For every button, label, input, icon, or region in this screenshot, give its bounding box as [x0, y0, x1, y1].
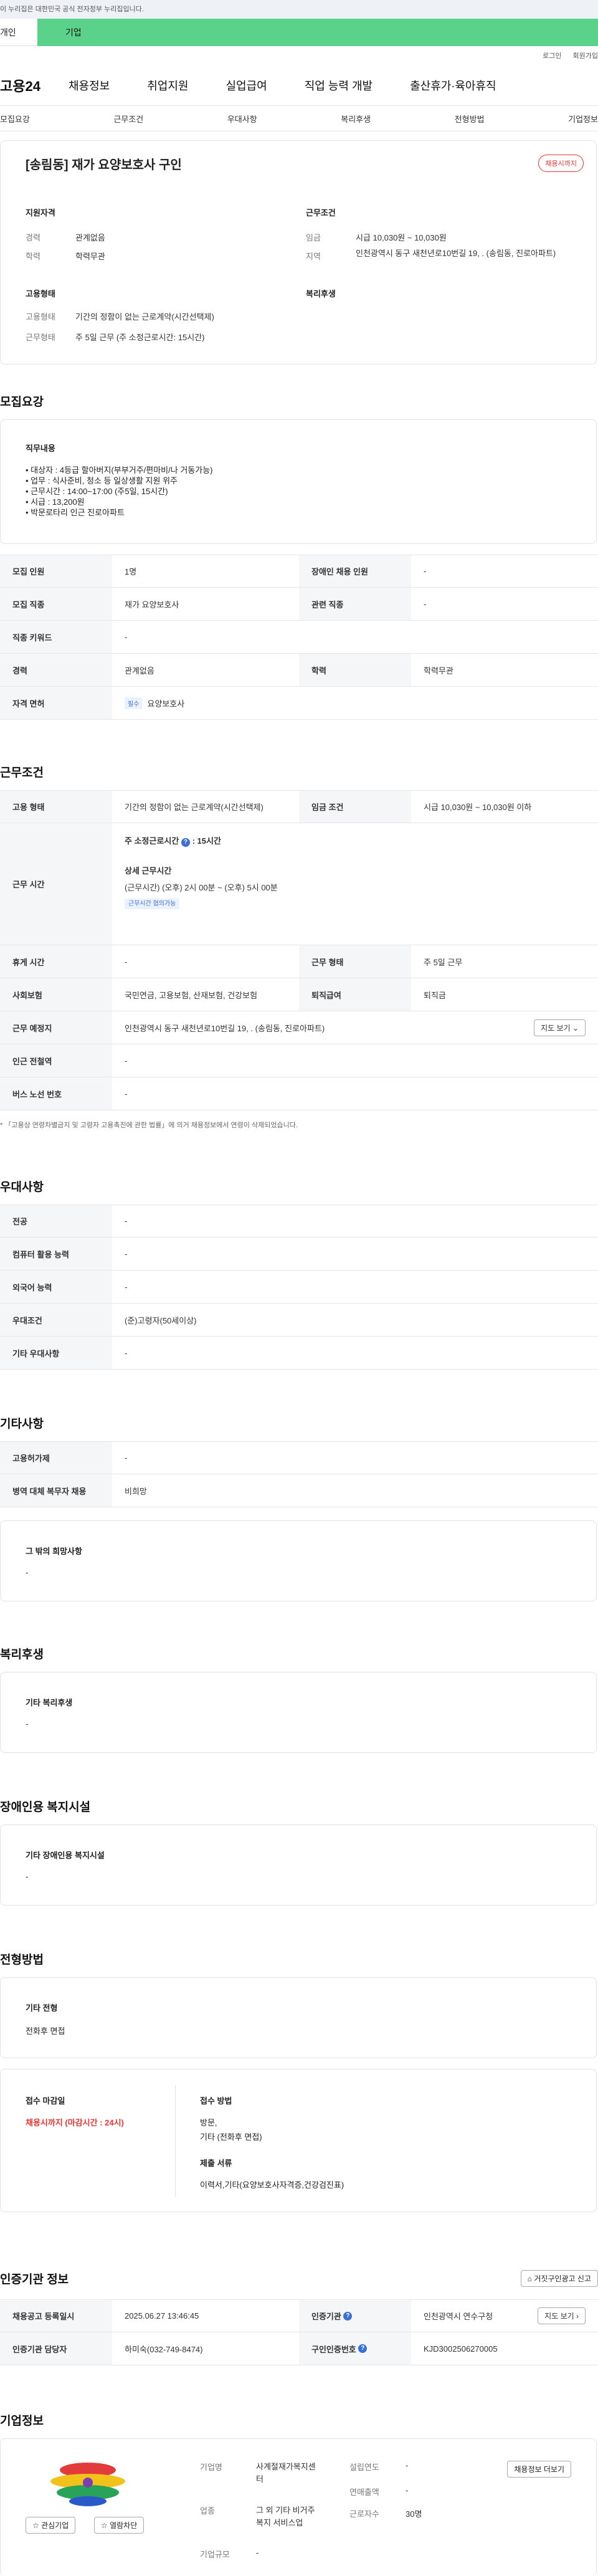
- login-link[interactable]: 로그인: [543, 50, 561, 60]
- lnb-conditions[interactable]: 근무조건: [113, 113, 143, 125]
- table-row: 근무 예정지 인천광역시 동구 새천년로10번길 19, . (송림동, 진로아…: [0, 1011, 598, 1044]
- gnb-item-support[interactable]: 취업지원: [147, 77, 188, 93]
- table-row: 경력 관계없음 학력 학력무관: [0, 654, 598, 687]
- disability-card: 기타 장애인용 복지시설 -: [0, 1825, 597, 1906]
- company-logo: [26, 2458, 150, 2507]
- gnb-item-jobs[interactable]: 채용정보: [69, 77, 110, 93]
- company-heading: 기업정보: [0, 2415, 44, 2428]
- selection-card: 기타 전형 전화후 면접: [0, 1977, 597, 2058]
- status-badge: 채용시까지: [538, 155, 584, 172]
- lnb-welfare[interactable]: 복리후생: [341, 113, 371, 125]
- job-summary-card: [송림동] 재가 요양보호사 구인 채용시까지 지원자격 경력 관계없음 학력 …: [0, 140, 597, 365]
- table-row: 인증기관 담당자 하미숙(032-749-8474) 구인인증번호 ? KJD30…: [0, 2332, 598, 2365]
- career-label: 경력: [26, 233, 40, 242]
- block-company-button[interactable]: ☆ 열람차단: [94, 2517, 145, 2534]
- site-logo[interactable]: 고용24: [0, 75, 69, 95]
- fav-company-button[interactable]: ☆ 관심기업: [26, 2517, 76, 2534]
- gnb-item-training[interactable]: 직업 능력 개발: [305, 77, 373, 93]
- more-jobs-button[interactable]: 채용정보 더보기: [507, 2461, 571, 2478]
- lnb-recruit[interactable]: 모집요강: [0, 113, 30, 125]
- disability-heading: 장애인용 복지시설: [0, 1801, 91, 1814]
- table-row: 병역 대체 복무자 채용 비희망: [0, 1474, 598, 1507]
- selection-heading: 전형방법: [0, 1953, 44, 1967]
- welfare-heading: 복리후생: [306, 289, 336, 298]
- recruit-heading: 모집요강: [0, 396, 44, 409]
- loc-label: 지역: [306, 252, 321, 261]
- table-row: 기타 우대사항 -: [0, 1337, 598, 1370]
- tab-enterprise[interactable]: 기업: [37, 19, 598, 46]
- lnb-preference[interactable]: 우대사항: [227, 113, 257, 125]
- emp-heading: 고용형태: [26, 289, 55, 298]
- lnb-selection[interactable]: 전형방법: [455, 113, 485, 125]
- report-button[interactable]: ⌂ 거짓구인광고 신고: [520, 2270, 598, 2287]
- gov-banner: 이 누리집은 대한민국 공식 전자정부 누리집입니다.: [0, 0, 598, 19]
- etc-heading: 기타사항: [0, 1418, 44, 1431]
- table-row: 고용 형태 기간의 정함이 없는 근로계약(시간선택제) 임금 조건 시급 10,0…: [0, 790, 598, 823]
- table-row: 직종 키워드 -: [0, 621, 598, 654]
- flex-tag: 근무시간 협의가능: [125, 899, 180, 909]
- hope-card: 그 밖의 희망사항 -: [0, 1520, 597, 1601]
- table-row: 자격 면허 필수 요양보호사: [0, 687, 598, 720]
- info-icon[interactable]: ?: [181, 838, 190, 847]
- table-row: 컴퓨터 활용 능력 -: [0, 1238, 598, 1271]
- table-row: 휴게 시간 - 근무 형태 주 5일 근무: [0, 945, 598, 978]
- preference-heading: 우대사항: [0, 1181, 44, 1194]
- wage-value: 시급 10,030원 ~ 10,030원: [356, 233, 447, 242]
- table-row: 모집 인원 1명 장애인 채용 인원 -: [0, 555, 598, 588]
- lnb-company[interactable]: 기업정보: [568, 113, 598, 125]
- table-row: 근무 시간 주 소정근로시간 ? : 15시간 상세 근무시간 (근무시간) (…: [0, 823, 598, 945]
- table-row: 외국어 능력 -: [0, 1271, 598, 1304]
- table-row: 전공 -: [0, 1205, 598, 1238]
- info-icon[interactable]: ?: [343, 2311, 353, 2321]
- gnb-item-unemployment[interactable]: 실업급여: [226, 77, 267, 93]
- career-value: 관계없음: [75, 233, 105, 242]
- company-card: ☆ 관심기업 ☆ 열람차단 기업명 사계절재가복지센 터 업종 그 외 기타 비거…: [0, 2438, 597, 2576]
- welfare-card: 기타 복리후생 -: [0, 1672, 597, 1753]
- table-row: 사회보험 국민연금, 고용보험, 산재보험, 건강보험 퇴직급여 퇴직금: [0, 978, 598, 1011]
- conditions-heading: 근무조건: [0, 766, 44, 780]
- welfare-heading: 복리후생: [0, 1648, 44, 1661]
- qual-heading: 지원자격: [26, 208, 55, 217]
- job-title: [송림동] 재가 요양보호사 구인: [26, 158, 182, 172]
- emptype-label: 고용형태: [26, 312, 55, 322]
- worktype-value: 주 5일 근무 (주 소정근로시간: 15시간): [75, 333, 205, 342]
- cert-heading: 인증기관 정보: [0, 2273, 69, 2286]
- tab-personal[interactable]: 개인: [0, 19, 37, 46]
- loc-value: 인천광역시 동구 새천년로10번길 19, . (송림동, 진로아파트): [356, 249, 556, 258]
- signup-link[interactable]: 회원가입: [573, 50, 598, 60]
- duty-heading: 직무내용: [26, 444, 55, 453]
- edu-value: 학력무관: [75, 252, 105, 261]
- worktype-label: 근무형태: [26, 333, 55, 342]
- deadline-value: 채용시까지 (마감시간 : 24시): [26, 2118, 124, 2127]
- application-card: 접수 마감일 채용시까지 (마감시간 : 24시) 접수 방법 방문, 기타 (…: [0, 2069, 597, 2212]
- table-row: 우대조건 (준)고령자(50세이상): [0, 1304, 598, 1337]
- age-note: * 「고용상 연령차별금지 및 고령자 고용촉진에 관한 법률」에 의거 채용정…: [0, 1122, 298, 1129]
- gnb-item-leave[interactable]: 출산휴가·육아휴직: [410, 77, 496, 93]
- table-row: 채용공고 등록일시 2025.06.27 13:46:45 인증기관 ? 인천광역…: [0, 2299, 598, 2332]
- duty-card: 직무내용 • 대상자 : 4등급 할아버지(부부거주/편마비/나 거동가능) • …: [0, 419, 597, 544]
- wage-label: 임금: [306, 233, 321, 242]
- table-row: 인근 전철역 -: [0, 1044, 598, 1077]
- table-row: 모집 직종 재가 요양보호사 관련 직종 -: [0, 588, 598, 621]
- duty-text: • 대상자 : 4등급 할아버지(부부거주/편마비/나 거동가능) • 업무 : …: [26, 465, 213, 517]
- section-nav: 모집요강 근무조건 우대사항 복리후생 전형방법 기업정보: [0, 105, 598, 131]
- info-icon[interactable]: ?: [358, 2344, 368, 2353]
- required-tag: 필수: [125, 697, 143, 709]
- cond-heading: 근무조건: [306, 208, 336, 217]
- map-button[interactable]: 지도 보기 ⌄: [534, 1019, 586, 1036]
- emptype-value: 기간의 정함이 없는 근로계약(시간선택제): [75, 312, 214, 322]
- cert-map-button[interactable]: 지도 보기 ›: [538, 2307, 586, 2324]
- edu-label: 학력: [26, 252, 40, 261]
- table-row: 버스 노선 번호 -: [0, 1077, 598, 1110]
- table-row: 고용허가제 -: [0, 1441, 598, 1474]
